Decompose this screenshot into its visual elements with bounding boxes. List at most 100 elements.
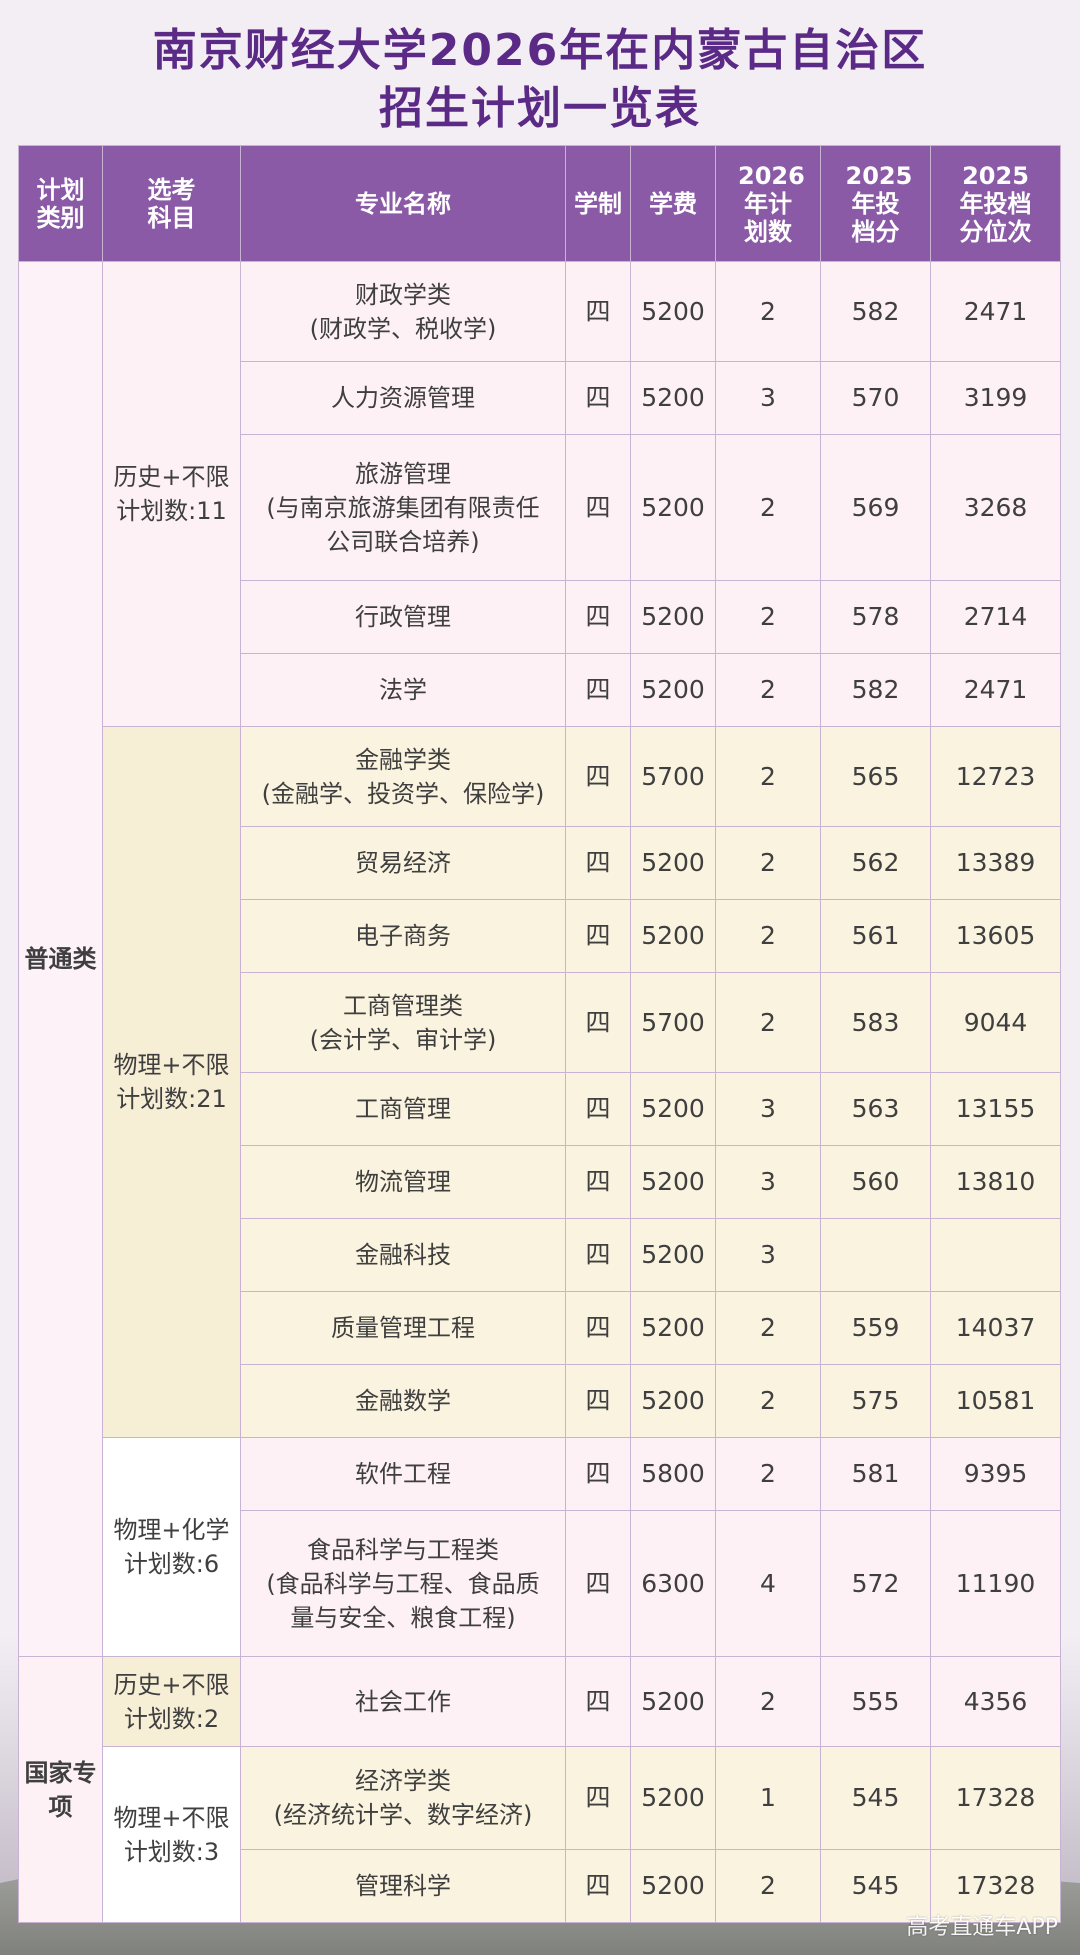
subject-group-physics-1: 物理+不限 计划数:21 bbox=[102, 726, 241, 1438]
major-name-cell: 电子商务 bbox=[240, 899, 566, 973]
tuition-cell: 5700 bbox=[630, 726, 716, 827]
subject-group-history-2: 历史+不限 计划数:2 bbox=[102, 1656, 241, 1747]
duration-cell: 四 bbox=[565, 1437, 631, 1511]
rank-2025-cell: 13605 bbox=[930, 899, 1061, 973]
duration-cell: 四 bbox=[565, 1746, 631, 1850]
table-row: 普通类 历史+不限 计划数:11 财政学类 (财政学、税收学) 四 5200 2 582 24… bbox=[18, 261, 1061, 1657]
tuition-cell: 5200 bbox=[630, 361, 716, 435]
duration-cell: 四 bbox=[565, 653, 631, 727]
duration-cell: 四 bbox=[565, 1145, 631, 1219]
tuition-cell: 5200 bbox=[630, 1849, 716, 1923]
score-2025-cell: 545 bbox=[820, 1746, 931, 1850]
rank-2025-cell: 14037 bbox=[930, 1291, 1061, 1365]
rank-2025-cell: 9044 bbox=[930, 972, 1061, 1073]
title-line-2: 招生计划一览表 bbox=[379, 83, 701, 134]
enrollment-plan-table: 计划类别 选考科目 专业名称 学制 学费 2026年计划数 2025年投档分 2… bbox=[18, 145, 1061, 1923]
major-name-cell: 旅游管理 (与南京旅游集团有限责任 公司联合培养) bbox=[240, 434, 566, 581]
category-general: 普通类 bbox=[18, 261, 103, 1657]
rank-2025-cell: 13389 bbox=[930, 826, 1061, 900]
tuition-cell: 5800 bbox=[630, 1437, 716, 1511]
table-row: 物理+不限 计划数:3 经济学类 (经济统计学、数字经济) 四 5200 1 545 173… bbox=[19, 1746, 1061, 1923]
major-name-cell: 法学 bbox=[240, 653, 566, 727]
header-tuition: 学费 bbox=[630, 145, 716, 262]
table-row: 物理+不限 计划数:21 金融学类 (金融学、投资学、保险学) 四 5700 2 565 1… bbox=[19, 726, 1061, 1438]
duration-cell: 四 bbox=[565, 726, 631, 827]
watermark: 高考直通车APP bbox=[906, 1915, 1058, 1940]
plan-2026-cell: 1 bbox=[715, 1746, 821, 1850]
duration-cell: 四 bbox=[565, 1364, 631, 1438]
score-2025-cell: 581 bbox=[820, 1437, 931, 1511]
score-2025-cell bbox=[820, 1218, 931, 1292]
subject-group-history-1: 历史+不限 计划数:11 bbox=[102, 261, 241, 727]
score-2025-cell: 559 bbox=[820, 1291, 931, 1365]
rank-2025-cell: 3268 bbox=[930, 434, 1061, 581]
duration-cell: 四 bbox=[565, 580, 631, 654]
major-name-cell: 物流管理 bbox=[240, 1145, 566, 1219]
rank-2025-cell: 10581 bbox=[930, 1364, 1061, 1438]
score-2025-cell: 575 bbox=[820, 1364, 931, 1438]
header-category: 计划类别 bbox=[18, 145, 103, 262]
rank-2025-cell: 2471 bbox=[930, 261, 1061, 362]
major-name-cell: 质量管理工程 bbox=[240, 1291, 566, 1365]
table-body: 普通类 历史+不限 计划数:11 财政学类 (财政学、税收学) 四 5200 2 582 24… bbox=[18, 261, 1061, 1923]
major-name-cell: 工商管理 bbox=[240, 1072, 566, 1146]
rank-2025-cell: 13155 bbox=[930, 1072, 1061, 1146]
plan-2026-cell: 2 bbox=[715, 972, 821, 1073]
major-name-cell: 财政学类 (财政学、税收学) bbox=[240, 261, 566, 362]
header-plan-2026: 2026年计划数 bbox=[715, 145, 821, 262]
tuition-cell: 5200 bbox=[630, 1072, 716, 1146]
major-name-cell: 金融数学 bbox=[240, 1364, 566, 1438]
subject-group-physics-2: 物理+不限 计划数:3 bbox=[102, 1746, 241, 1923]
plan-2026-cell: 2 bbox=[715, 261, 821, 362]
rank-2025-cell: 17328 bbox=[930, 1746, 1061, 1850]
tuition-cell: 5200 bbox=[630, 1218, 716, 1292]
table-header-row: 计划类别 选考科目 专业名称 学制 学费 2026年计划数 2025年投档分 2… bbox=[18, 145, 1061, 262]
header-major: 专业名称 bbox=[240, 145, 566, 262]
plan-2026-cell: 2 bbox=[715, 1364, 821, 1438]
rank-2025-cell bbox=[930, 1218, 1061, 1292]
score-2025-cell: 565 bbox=[820, 726, 931, 827]
major-name-cell: 经济学类 (经济统计学、数字经济) bbox=[240, 1746, 566, 1850]
tuition-cell: 5200 bbox=[630, 653, 716, 727]
header-subject: 选考科目 bbox=[102, 145, 241, 262]
score-2025-cell: 583 bbox=[820, 972, 931, 1073]
duration-cell: 四 bbox=[565, 899, 631, 973]
plan-2026-cell: 2 bbox=[715, 899, 821, 973]
header-rank-2025: 2025年投档分位次 bbox=[930, 145, 1061, 262]
rank-2025-cell: 9395 bbox=[930, 1437, 1061, 1511]
score-2025-cell: 560 bbox=[820, 1145, 931, 1219]
duration-cell: 四 bbox=[565, 1218, 631, 1292]
score-2025-cell: 562 bbox=[820, 826, 931, 900]
duration-cell: 四 bbox=[565, 1291, 631, 1365]
header-score-2025: 2025年投档分 bbox=[820, 145, 931, 262]
duration-cell: 四 bbox=[565, 361, 631, 435]
score-2025-cell: 555 bbox=[820, 1656, 931, 1747]
duration-cell: 四 bbox=[565, 1656, 631, 1747]
subject-group-physics-chem: 物理+化学 计划数:6 bbox=[102, 1437, 241, 1657]
major-name-cell: 金融科技 bbox=[240, 1218, 566, 1292]
rank-2025-cell: 2471 bbox=[930, 653, 1061, 727]
page-title: 南京财经大学2026年在内蒙古自治区 招生计划一览表 bbox=[0, 22, 1080, 138]
score-2025-cell: 570 bbox=[820, 361, 931, 435]
rank-2025-cell: 4356 bbox=[930, 1656, 1061, 1747]
plan-2026-cell: 2 bbox=[715, 653, 821, 727]
tuition-cell: 5200 bbox=[630, 434, 716, 581]
major-name-cell: 贸易经济 bbox=[240, 826, 566, 900]
duration-cell: 四 bbox=[565, 434, 631, 581]
duration-cell: 四 bbox=[565, 1510, 631, 1657]
major-name-cell: 工商管理类 (会计学、审计学) bbox=[240, 972, 566, 1073]
plan-2026-cell: 2 bbox=[715, 1849, 821, 1923]
category-national: 国家专项 bbox=[18, 1656, 103, 1923]
rank-2025-cell: 11190 bbox=[930, 1510, 1061, 1657]
tuition-cell: 6300 bbox=[630, 1510, 716, 1657]
tuition-cell: 5200 bbox=[630, 261, 716, 362]
plan-2026-cell: 3 bbox=[715, 361, 821, 435]
duration-cell: 四 bbox=[565, 1072, 631, 1146]
header-duration: 学制 bbox=[565, 145, 631, 262]
tuition-cell: 5200 bbox=[630, 1746, 716, 1850]
duration-cell: 四 bbox=[565, 1849, 631, 1923]
score-2025-cell: 569 bbox=[820, 434, 931, 581]
rank-2025-cell: 2714 bbox=[930, 580, 1061, 654]
score-2025-cell: 561 bbox=[820, 899, 931, 973]
score-2025-cell: 572 bbox=[820, 1510, 931, 1657]
